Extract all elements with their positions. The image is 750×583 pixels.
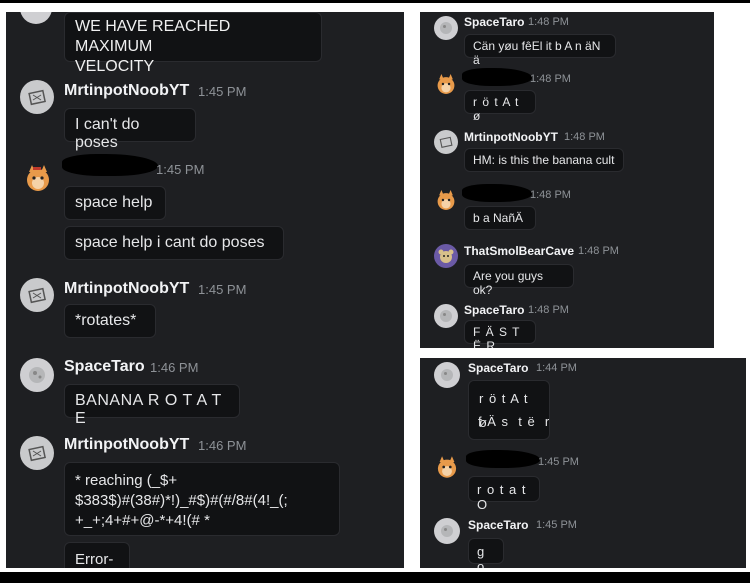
message-bubble: * reaching (_$+ $383$)#(38#)*!)_#$)#(#/8… [64,462,340,536]
timestamp: 1:48 PM [528,304,569,316]
timestamp: 1:48 PM [578,245,619,257]
timestamp: 1:48 PM [530,73,571,85]
username[interactable]: SpaceTaro [468,518,528,532]
timestamp: 1:45 PM [538,456,579,468]
chat-panel-top-right: SpaceTaro 1:48 PM Cän yøu fêEl it b A n … [420,12,714,348]
username[interactable]: MrtinpotNoobYT [64,436,189,454]
timestamp: 1:45 PM [198,84,247,99]
message-bubble: b a NañÄ [464,206,536,230]
username[interactable]: SpaceTaro [468,361,528,375]
mrtinpot-avatar-icon [20,436,54,470]
message-text: f Ä s t ë r [478,414,551,429]
message-bubble: WE HAVE REACHED MAXIMUM VELOCITY [64,12,322,75]
chat-panel-bottom-right: SpaceTaro 1:44 PM r ö t A t ø f Ä s t ë … [420,358,746,568]
timestamp: 1:44 PM [536,362,577,374]
timestamp: 1:48 PM [564,131,605,143]
space-avatar-icon [434,362,460,388]
timestamp: 1:45 PM [198,282,247,297]
timestamp: 1:48 PM [530,189,571,201]
top-border [0,0,750,3]
message-bubble: r o t a t O [468,476,540,512]
message-bubble: BANANA R O T A T E [64,384,240,427]
redacted-username [462,68,532,86]
username[interactable]: MrtinpotNoobYT [64,280,189,298]
bottom-border [0,572,750,583]
cat-avatar-icon [432,70,460,98]
space-avatar-icon [20,358,54,392]
message-bubble: Are you guys ok? [464,264,574,297]
username[interactable]: ThatSmolBearCave [464,244,574,258]
space-avatar-icon [434,16,458,40]
redacted-username [62,154,158,176]
message-bubble: Cän yøu fêEl it b A n äN ä [464,34,616,67]
message-bubble: space help i cant do poses [64,226,284,260]
mrtinpot-avatar-icon [434,130,458,154]
redacted-username [466,450,540,468]
cat-avatar-icon [432,452,462,482]
message-bubble: Error- [64,542,130,568]
message-bubble: r ö t A t ø [468,380,550,440]
message-bubble: HM: is this the banana cult [464,148,624,172]
timestamp: 1:45 PM [156,162,205,177]
timestamp: 1:46 PM [198,438,247,453]
message-bubble: I can't do poses [64,108,196,151]
username[interactable]: SpaceTaro [464,303,524,317]
mrtinpot-avatar-icon [20,278,54,312]
bear-avatar-icon [434,244,458,268]
chat-panel-left: WE HAVE REACHED MAXIMUM VELOCITY Mrtinpo… [6,12,404,568]
space-avatar-icon [20,12,52,24]
username[interactable]: SpaceTaro [464,15,524,29]
timestamp: 1:45 PM [536,519,577,531]
username[interactable]: SpaceTaro [64,358,145,376]
message-bubble: r ö t A t ø [464,90,536,123]
message-bubble: g o [468,538,504,568]
username[interactable]: MrtinpotNoobYT [464,130,558,144]
username[interactable]: MrtinpotNoobYT [64,82,189,100]
space-avatar-icon [434,518,460,544]
timestamp: 1:46 PM [150,360,199,375]
redacted-username [462,184,532,202]
message-bubble: *rotates* [64,304,156,338]
mrtinpot-avatar-icon [20,80,54,114]
cat-avatar-icon [432,186,460,214]
cat-avatar-icon [20,160,56,196]
message-bubble: space help [64,186,166,220]
message-bubble: F Ä S T Ë R [464,320,536,348]
timestamp: 1:48 PM [528,16,569,28]
space-avatar-icon [434,304,458,328]
